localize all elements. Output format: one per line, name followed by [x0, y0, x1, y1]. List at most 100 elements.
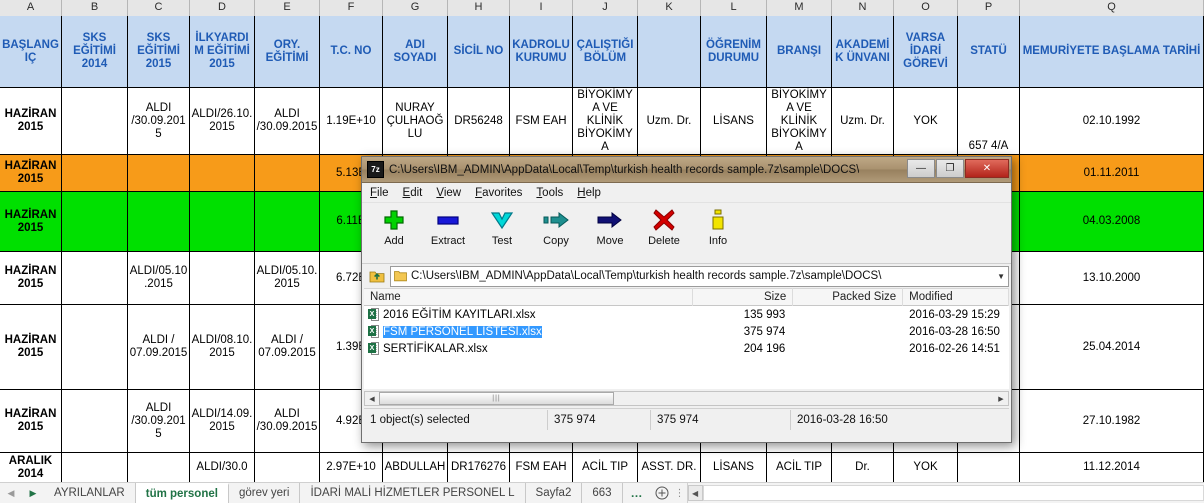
- table-cell[interactable]: [190, 252, 255, 305]
- table-cell[interactable]: [958, 453, 1020, 483]
- table-cell[interactable]: ALDI / 07.09.2015: [255, 305, 320, 390]
- table-cell[interactable]: [128, 453, 190, 483]
- table-cell[interactable]: ALDI / 07.09.2015: [128, 305, 190, 390]
- sheet-more-menu-icon[interactable]: ⋮: [673, 483, 687, 503]
- minimize-button[interactable]: —: [907, 159, 935, 178]
- file-name-cell[interactable]: X 2016 EĞİTİM KAYITLARI.xlsx: [364, 308, 693, 321]
- table-cell[interactable]: [255, 453, 320, 483]
- column-header-l[interactable]: L: [701, 0, 767, 16]
- sheet-tab[interactable]: görev yeri: [228, 483, 301, 503]
- column-header-p[interactable]: P: [958, 0, 1020, 16]
- table-cell[interactable]: ALDI /30.09.2015: [255, 390, 320, 453]
- header-cell-g[interactable]: ADI SOYADI: [383, 16, 448, 88]
- column-header-b[interactable]: B: [62, 0, 128, 16]
- header-cell-d[interactable]: İLKYARDIM EĞİTİMİ 2015: [190, 16, 255, 88]
- column-header-g[interactable]: G: [383, 0, 448, 16]
- table-cell[interactable]: [128, 155, 190, 192]
- column-header-packed-size[interactable]: Packed Size: [793, 288, 904, 306]
- table-cell[interactable]: HAZİRAN 2015: [0, 252, 62, 305]
- horizontal-scrollbar[interactable]: ◀: [686, 483, 1204, 503]
- column-header-q[interactable]: Q: [1020, 0, 1204, 16]
- sheet-tab[interactable]: 663: [582, 483, 623, 503]
- sheet-nav-prev-icon[interactable]: ◀: [0, 483, 22, 503]
- filelist-horizontal-scrollbar[interactable]: ◀ ||| ▶: [364, 391, 1009, 406]
- table-cell[interactable]: 11.12.2014: [1020, 453, 1204, 483]
- header-cell-i[interactable]: KADROLU KURUMU: [510, 16, 573, 88]
- header-cell-j[interactable]: ÇALIŞTIĞI BÖLÜM: [573, 16, 638, 88]
- table-cell[interactable]: HAZİRAN 2015: [0, 390, 62, 453]
- file-name-cell[interactable]: X SERTİFİKALAR.xlsx: [364, 342, 693, 355]
- sheet-tab[interactable]: İDARİ MALİ HİZMETLER PERSONEL L: [300, 483, 526, 503]
- column-header-a[interactable]: A: [0, 0, 62, 16]
- header-cell-k[interactable]: [638, 16, 701, 88]
- header-cell-q[interactable]: MEMURİYETE BAŞLAMA TARİHİ: [1020, 16, 1204, 88]
- table-cell[interactable]: Uzm. Dr.: [832, 88, 894, 155]
- table-cell[interactable]: LİSANS: [701, 88, 767, 155]
- up-one-level-button[interactable]: [364, 265, 390, 287]
- scroll-right-icon[interactable]: ▶: [994, 392, 1008, 405]
- header-cell-e[interactable]: ORY. EĞİTİMİ: [255, 16, 320, 88]
- toolbar-button-test[interactable]: Test: [478, 207, 526, 247]
- table-cell[interactable]: YOK: [894, 453, 958, 483]
- menu-item-view[interactable]: View: [436, 187, 461, 199]
- column-header-c[interactable]: C: [128, 0, 190, 16]
- table-cell[interactable]: 657 4/A: [958, 88, 1020, 155]
- add-sheet-button[interactable]: [651, 483, 673, 503]
- table-cell[interactable]: [62, 390, 128, 453]
- toolbar-button-delete[interactable]: Delete: [640, 207, 688, 247]
- scroll-left-icon[interactable]: ◀: [687, 485, 703, 501]
- table-cell[interactable]: [62, 453, 128, 483]
- file-row[interactable]: X FSM PERSONEL LİSTESİ.xlsx 375 974 2016-03…: [364, 323, 1009, 340]
- header-cell-p[interactable]: STATÜ: [958, 16, 1020, 88]
- menu-item-file[interactable]: File: [370, 187, 389, 199]
- scrollbar-thumb[interactable]: |||: [379, 392, 614, 405]
- header-cell-l[interactable]: ÖĞRENİM DURUMU: [701, 16, 767, 88]
- table-cell[interactable]: FSM EAH: [510, 453, 573, 483]
- table-cell[interactable]: NURAY ÇULHAOĞLU: [383, 88, 448, 155]
- maximize-button[interactable]: ❐: [936, 159, 964, 178]
- header-cell-a[interactable]: BAŞLANGIÇ: [0, 16, 62, 88]
- table-cell[interactable]: ALDI/08.10.2015: [190, 305, 255, 390]
- toolbar-button-extract[interactable]: Extract: [424, 207, 472, 247]
- table-cell[interactable]: BİYOKİMYA VE KLİNİK BİYOKİMYA: [573, 88, 638, 155]
- toolbar-button-copy[interactable]: Copy: [532, 207, 580, 247]
- table-cell[interactable]: ACİL TIP: [573, 453, 638, 483]
- table-cell[interactable]: HAZİRAN 2015: [0, 155, 62, 192]
- file-name-cell[interactable]: X FSM PERSONEL LİSTESİ.xlsx: [364, 325, 693, 338]
- header-cell-f[interactable]: T.C. NO: [320, 16, 383, 88]
- table-cell[interactable]: [62, 192, 128, 252]
- table-cell[interactable]: [62, 252, 128, 305]
- file-list[interactable]: X 2016 EĞİTİM KAYITLARI.xlsx 135 993 2016-0…: [364, 306, 1009, 389]
- column-header-h[interactable]: H: [448, 0, 510, 16]
- table-cell[interactable]: ALDI/30.0: [190, 453, 255, 483]
- table-cell[interactable]: 1.19E+10: [320, 88, 383, 155]
- close-button[interactable]: ✕: [965, 159, 1009, 178]
- table-cell[interactable]: 01.11.2011: [1020, 155, 1204, 192]
- column-header-modified[interactable]: Modified: [903, 288, 1010, 306]
- table-cell[interactable]: ALDI/14.09.2015: [190, 390, 255, 453]
- table-cell[interactable]: ABDULLAH: [383, 453, 448, 483]
- table-cell[interactable]: BİYOKİMYA VE KLİNİK BİYOKİMYA: [767, 88, 832, 155]
- column-header-e[interactable]: E: [255, 0, 320, 16]
- table-cell[interactable]: 27.10.1982: [1020, 390, 1204, 453]
- table-cell[interactable]: 2.97E+10: [320, 453, 383, 483]
- table-cell[interactable]: HAZİRAN 2015: [0, 305, 62, 390]
- column-header-i[interactable]: I: [510, 0, 573, 16]
- toolbar-button-move[interactable]: Move: [586, 207, 634, 247]
- table-cell[interactable]: 04.03.2008: [1020, 192, 1204, 252]
- sheet-overflow-dots[interactable]: …: [623, 483, 651, 503]
- header-cell-n[interactable]: AKADEMİK ÜNVANI: [832, 16, 894, 88]
- table-cell[interactable]: [255, 155, 320, 192]
- file-row[interactable]: X SERTİFİKALAR.xlsx 204 196 2016-02-26 14:5…: [364, 340, 1009, 357]
- menu-item-favorites[interactable]: Favorites: [475, 187, 522, 199]
- menu-item-edit[interactable]: Edit: [403, 187, 423, 199]
- column-header-k[interactable]: K: [638, 0, 701, 16]
- scroll-track[interactable]: [702, 485, 1204, 501]
- table-cell[interactable]: ACİL TIP: [767, 453, 832, 483]
- table-cell[interactable]: 13.10.2000: [1020, 252, 1204, 305]
- table-cell[interactable]: YOK: [894, 88, 958, 155]
- sheet-tab[interactable]: AYRILANLAR: [44, 483, 136, 503]
- file-row[interactable]: X 2016 EĞİTİM KAYITLARI.xlsx 135 993 2016-0…: [364, 306, 1009, 323]
- table-cell[interactable]: ARALIK 2014: [0, 453, 62, 483]
- table-cell[interactable]: 02.10.1992: [1020, 88, 1204, 155]
